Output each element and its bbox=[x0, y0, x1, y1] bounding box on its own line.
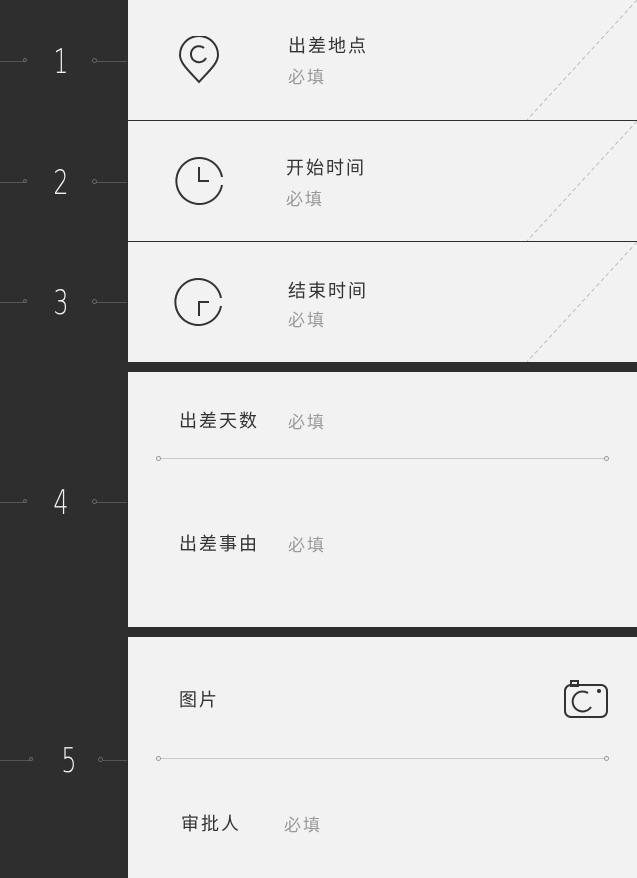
location-field[interactable]: 出差地点 必填 bbox=[128, 0, 637, 121]
location-label: 出差地点 bbox=[288, 36, 368, 57]
reason-label: 出差事由 bbox=[179, 534, 259, 555]
reason-input[interactable]: 必填 bbox=[288, 531, 326, 556]
start-time-field[interactable]: 开始时间 必填 bbox=[128, 121, 637, 242]
step-number: 1 bbox=[53, 42, 69, 82]
diagonal-decoration bbox=[527, 0, 637, 120]
step-number: 4 bbox=[53, 483, 69, 523]
location-placeholder: 必填 bbox=[288, 68, 326, 88]
step-marker-1: 1 bbox=[0, 36, 136, 86]
step-marker-4: 4 bbox=[0, 477, 136, 527]
step-marker-5: 5 bbox=[0, 735, 136, 785]
image-label: 图片 bbox=[179, 690, 219, 711]
location-pin-icon bbox=[178, 36, 220, 84]
diagonal-decoration bbox=[527, 121, 637, 241]
clock-icon bbox=[175, 157, 223, 205]
start-time-placeholder: 必填 bbox=[286, 190, 324, 210]
clock-end-icon bbox=[174, 278, 222, 326]
trip-details-card: 出差天数 必填 出差事由 必填 bbox=[128, 372, 637, 627]
divider bbox=[156, 456, 609, 461]
step-number: 2 bbox=[53, 163, 69, 203]
approver-label: 审批人 bbox=[181, 814, 241, 835]
step-marker-3: 3 bbox=[0, 277, 136, 327]
start-time-label: 开始时间 bbox=[286, 158, 366, 179]
approver-input[interactable]: 必填 bbox=[284, 811, 322, 836]
attachments-card: 图片 审批人 必填 bbox=[128, 637, 637, 878]
end-time-label: 结束时间 bbox=[288, 281, 368, 302]
end-time-placeholder: 必填 bbox=[288, 311, 326, 331]
days-input[interactable]: 必填 bbox=[288, 408, 326, 433]
step-marker-2: 2 bbox=[0, 157, 136, 207]
diagonal-decoration bbox=[527, 242, 637, 362]
camera-icon[interactable] bbox=[563, 679, 609, 719]
days-label: 出差天数 bbox=[179, 411, 259, 432]
end-time-field[interactable]: 结束时间 必填 bbox=[128, 242, 637, 362]
step-number: 3 bbox=[53, 283, 69, 323]
divider bbox=[156, 756, 609, 761]
step-number: 5 bbox=[61, 741, 77, 781]
